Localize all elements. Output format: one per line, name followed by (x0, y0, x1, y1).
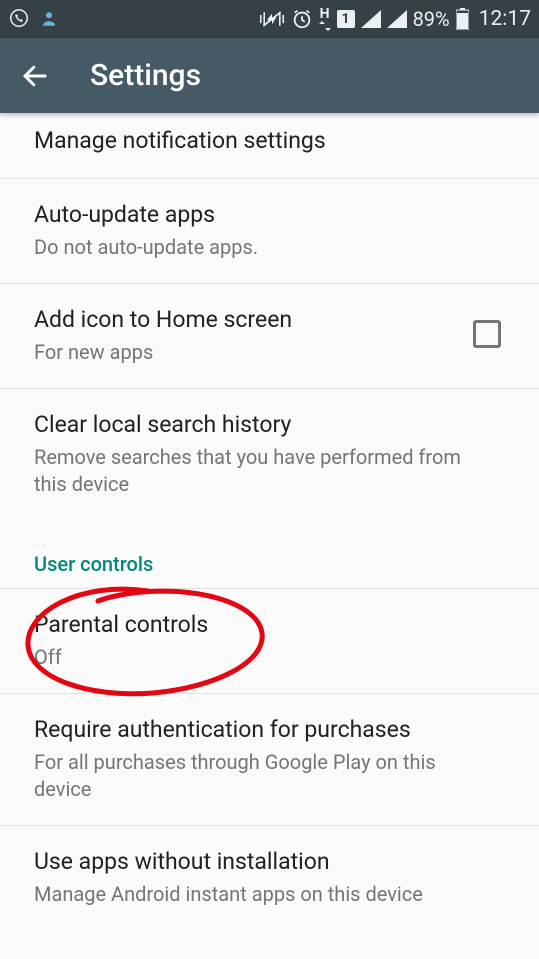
row-subtitle: For all purchases through Google Play on… (34, 749, 495, 803)
page-title: Settings (90, 58, 201, 93)
row-parental-controls[interactable]: Parental controls Off (0, 588, 539, 694)
alarm-icon (291, 8, 313, 30)
row-title: Require authentication for purchases (34, 714, 495, 745)
row-title: Parental controls (34, 609, 495, 640)
row-title: Manage notification settings (34, 125, 495, 156)
row-subtitle: Off (34, 644, 495, 671)
vibrate-icon (259, 8, 285, 30)
status-left (8, 8, 58, 30)
row-title: Add icon to Home screen (34, 304, 463, 335)
battery-percent: 89% (413, 7, 450, 31)
data-arrows-icon (319, 21, 331, 31)
row-auto-update[interactable]: Auto-update apps Do not auto-update apps… (0, 179, 539, 284)
user-icon (40, 9, 58, 29)
app-header: Settings (0, 38, 539, 113)
section-user-controls: User controls (0, 520, 539, 588)
row-clear-search[interactable]: Clear local search history Remove search… (0, 389, 539, 520)
back-arrow-icon[interactable] (20, 61, 50, 91)
network-type: H (320, 7, 330, 21)
row-subtitle: Manage Android instant apps on this devi… (34, 881, 495, 908)
signal-icon-2 (387, 10, 407, 28)
row-subtitle: Remove searches that you have performed … (34, 444, 495, 498)
settings-list: Manage notification settings Auto-update… (0, 113, 539, 930)
add-icon-checkbox[interactable] (473, 320, 501, 348)
row-instant-apps[interactable]: Use apps without installation Manage And… (0, 826, 539, 930)
sim-indicator: 1 (337, 10, 355, 28)
row-subtitle: Do not auto-update apps. (34, 234, 495, 261)
row-require-auth[interactable]: Require authentication for purchases For… (0, 694, 539, 826)
viber-icon (8, 8, 30, 30)
clock: 12:17 (479, 7, 531, 31)
row-title: Clear local search history (34, 409, 495, 440)
status-bar: H 1 89% 12:17 (0, 0, 539, 38)
battery-icon (456, 8, 469, 30)
row-notifications[interactable]: Manage notification settings (0, 113, 539, 179)
row-subtitle: For new apps (34, 339, 463, 366)
status-right: H 1 89% 12:17 (259, 7, 531, 31)
row-title: Use apps without installation (34, 846, 495, 877)
row-add-icon[interactable]: Add icon to Home screen For new apps (0, 284, 539, 389)
row-title: Auto-update apps (34, 199, 495, 230)
signal-icon (361, 10, 381, 28)
